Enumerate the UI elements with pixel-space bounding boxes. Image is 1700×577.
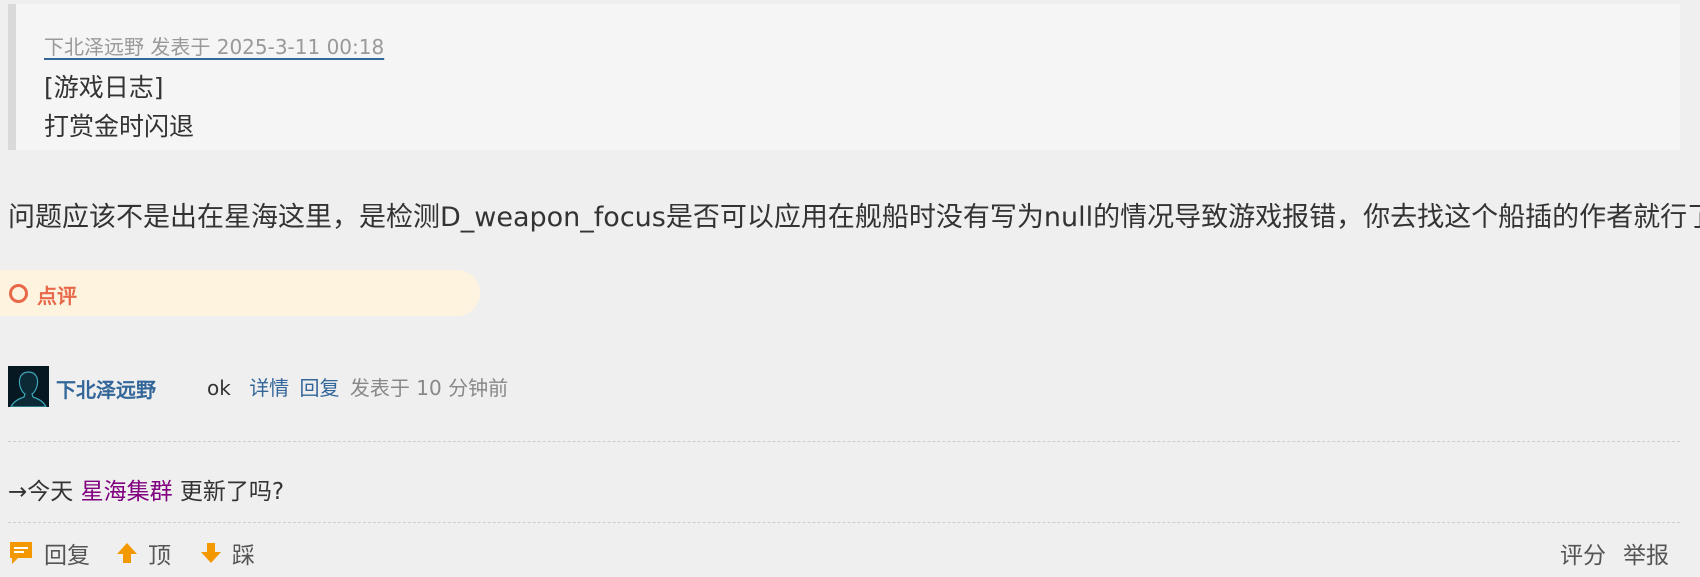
quote-line: 打赏金时闪退 xyxy=(44,112,195,141)
divider xyxy=(8,522,1680,523)
circle-icon xyxy=(9,284,28,303)
comment-detail-link[interactable]: 详情 xyxy=(249,376,289,400)
quote-block: 下北泽远野 发表于 2025-3-11 00:18 [游戏日志] 打赏金时闪退 xyxy=(8,4,1680,150)
reply-button[interactable]: 回复 xyxy=(8,536,90,570)
comment-section-header: 点评 xyxy=(0,270,480,316)
comment-content: ok 详情 回复 发表于 10 分钟前 xyxy=(207,372,508,401)
promo-line: →今天 星海集群 更新了吗? xyxy=(8,472,284,506)
downvote-label: 踩 xyxy=(232,543,255,569)
arrow-down-icon xyxy=(200,541,222,565)
downvote-button[interactable]: 踩 xyxy=(200,536,255,570)
avatar[interactable] xyxy=(8,366,49,407)
quote-author-link[interactable]: 下北泽远野 发表于 2025-3-11 00:18 xyxy=(44,31,384,60)
arrow-up-icon xyxy=(116,541,138,565)
divider xyxy=(8,441,1680,442)
comment-timestamp: 发表于 10 分钟前 xyxy=(349,376,509,400)
promo-prefix: →今天 xyxy=(8,479,74,505)
reply-icon xyxy=(8,540,34,566)
post-body: 问题应该不是出在星海这里，是检测D_weapon_focus是否可以应用在舰船时… xyxy=(8,202,1700,233)
post-page: 下北泽远野 发表于 2025-3-11 00:18 [游戏日志] 打赏金时闪退 … xyxy=(0,0,1700,577)
comment-reply-link[interactable]: 回复 xyxy=(300,376,340,400)
comment-username[interactable]: 下北泽远野 xyxy=(56,374,156,403)
upvote-button[interactable]: 顶 xyxy=(116,536,171,570)
promo-suffix: 更新了吗? xyxy=(179,479,285,505)
upvote-label: 顶 xyxy=(148,543,171,569)
quote-line: [游戏日志] xyxy=(44,73,164,102)
report-button[interactable]: 举报 xyxy=(1623,536,1669,570)
promo-link[interactable]: 星海集群 xyxy=(81,479,173,505)
comment-section-label: 点评 xyxy=(37,284,77,308)
comment-text: ok xyxy=(207,376,231,400)
reply-label: 回复 xyxy=(44,543,90,569)
rate-button[interactable]: 评分 xyxy=(1560,536,1606,570)
